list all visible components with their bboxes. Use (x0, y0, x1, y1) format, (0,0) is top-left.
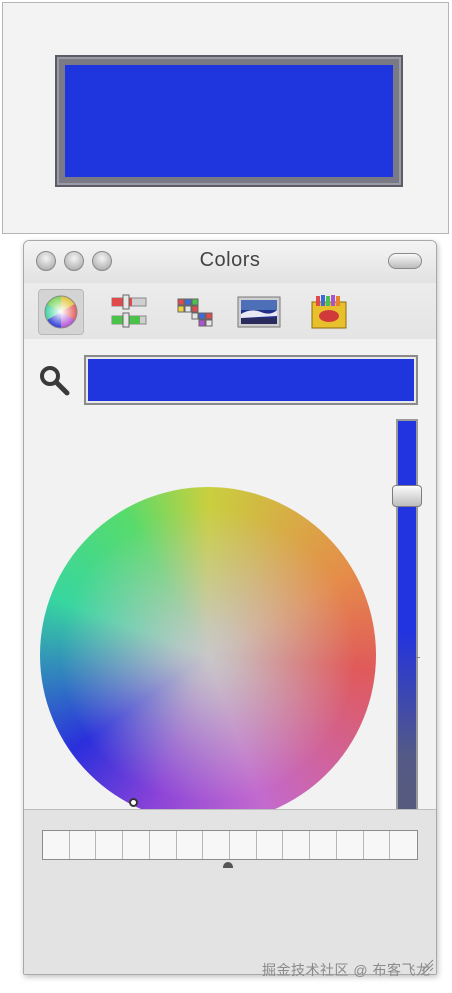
color-sliders-icon (111, 294, 147, 328)
swatch-drag-handle[interactable] (223, 862, 233, 868)
color-palettes-icon (177, 298, 213, 327)
swatch-slot[interactable] (203, 831, 230, 859)
swatch-slot[interactable] (390, 831, 417, 859)
swatch-slot[interactable] (310, 831, 337, 859)
crayons-icon (311, 295, 347, 329)
color-well-panel (2, 2, 449, 234)
swatch-area (24, 809, 436, 974)
color-wheel-icon (44, 295, 78, 329)
title-bar[interactable]: Colors (24, 241, 436, 283)
toolbar-toggle-button[interactable] (388, 253, 422, 269)
tab-crayons[interactable] (306, 289, 352, 335)
mode-toolbar (24, 283, 436, 340)
swatch-slot[interactable] (43, 831, 70, 859)
tab-color-sliders[interactable] (106, 289, 152, 335)
wheel-selection-cursor[interactable] (129, 798, 138, 807)
swatch-slot[interactable] (149, 831, 177, 859)
color-well[interactable] (55, 55, 403, 187)
slider-tick (416, 657, 420, 658)
image-palettes-icon (237, 296, 281, 328)
brightness-slider-knob[interactable] (392, 485, 422, 507)
color-wheel[interactable] (40, 487, 376, 823)
swatch-slot[interactable] (176, 831, 204, 859)
current-color-swatch[interactable] (84, 355, 418, 405)
tab-color-wheel[interactable] (38, 289, 84, 335)
tab-color-palettes[interactable] (172, 289, 218, 335)
magnifier-icon[interactable] (38, 364, 72, 398)
swatch-slot[interactable] (123, 831, 150, 859)
swatch-slot[interactable] (336, 831, 364, 859)
watermark-text: 掘金技术社区 @ 布客飞龙 (262, 962, 431, 978)
swatch-slot[interactable] (256, 831, 284, 859)
tab-image-palettes[interactable] (236, 289, 282, 335)
colors-window: Colors (23, 240, 437, 975)
swatch-slot[interactable] (283, 831, 311, 859)
swatch-slot[interactable] (363, 831, 391, 859)
window-title: Colors (199, 249, 261, 271)
swatch-slot[interactable] (69, 831, 97, 859)
swatch-slot[interactable] (229, 831, 257, 859)
swatch-slot[interactable] (96, 831, 124, 859)
saved-swatches (42, 830, 418, 860)
color-well-swatch (65, 65, 393, 177)
